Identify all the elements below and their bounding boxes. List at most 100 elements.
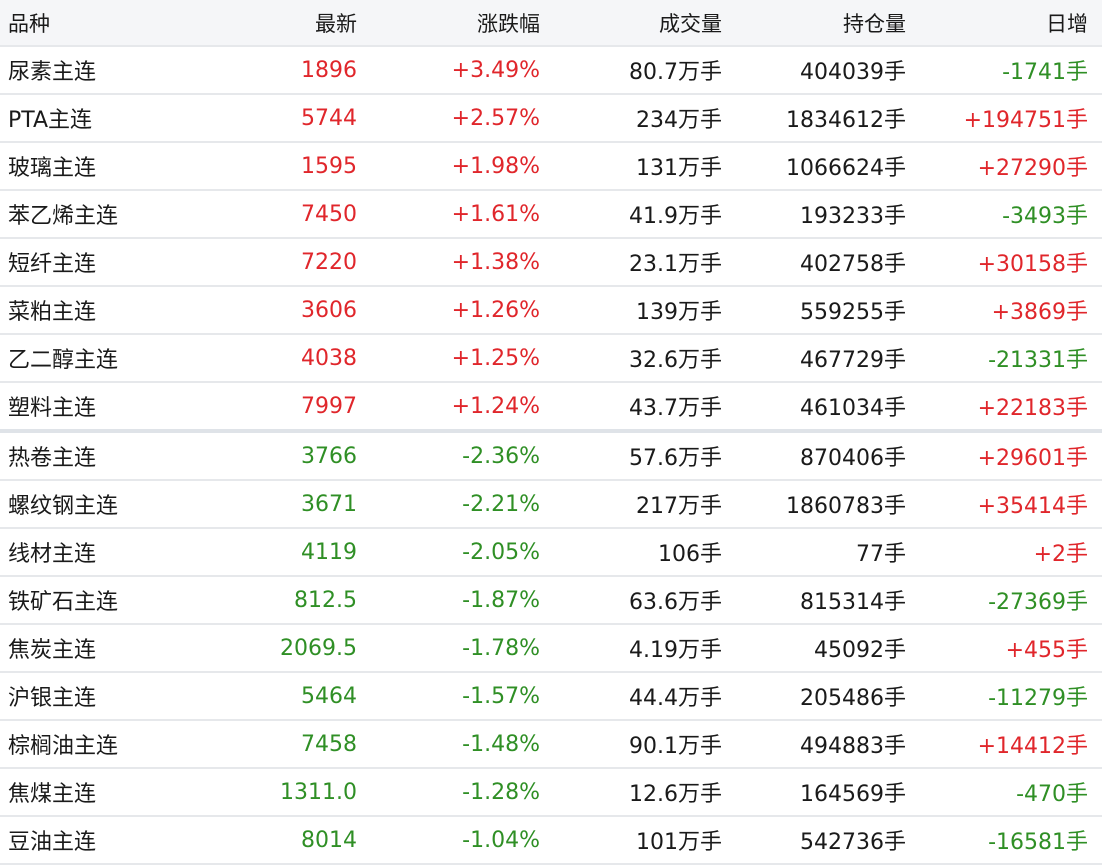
table-row[interactable]: 热卷主连 3766 -2.36% 57.6万手 870406手 +29601手 (0, 433, 1102, 481)
row-volume: 101万手 (636, 830, 722, 855)
row-daily-change: +455手 (1005, 638, 1088, 663)
table-row[interactable]: 豆油主连 8014 -1.04% 101万手 542736手 -16581手 (0, 817, 1102, 865)
row-name: 沪银主连 (8, 686, 97, 711)
row-latest-price: 7450 (301, 201, 357, 227)
row-daily-change: -1741手 (1002, 60, 1088, 85)
row-change-percent: -1.04% (462, 827, 540, 853)
row-volume: 139万手 (636, 300, 722, 325)
row-volume: 131万手 (636, 156, 722, 181)
row-latest-price: 5464 (301, 683, 357, 709)
row-daily-change: +194751手 (963, 108, 1088, 133)
row-change-percent: -1.57% (462, 683, 540, 709)
row-open-interest: 45092手 (814, 638, 906, 663)
table-row[interactable]: 短纤主连 7220 +1.38% 23.1万手 402758手 +30158手 (0, 239, 1102, 287)
row-name: 焦煤主连 (8, 782, 97, 807)
row-name: 尿素主连 (8, 60, 97, 85)
row-open-interest: 205486手 (800, 686, 906, 711)
table-row[interactable]: 线材主连 4119 -2.05% 106手 77手 +2手 (0, 529, 1102, 577)
table-header: 品种 最新 涨跌幅 成交量 持仓量 日增 (0, 0, 1102, 47)
row-volume: 32.6万手 (629, 348, 722, 373)
table-row[interactable]: 塑料主连 7997 +1.24% 43.7万手 461034手 +22183手 (0, 383, 1102, 433)
row-name: 铁矿石主连 (8, 590, 119, 615)
table-row[interactable]: 铁矿石主连 812.5 -1.87% 63.6万手 815314手 -27369手 (0, 577, 1102, 625)
row-daily-change: -16581手 (988, 830, 1088, 855)
table-row[interactable]: 焦炭主连 2069.5 -1.78% 4.19万手 45092手 +455手 (0, 625, 1102, 673)
row-open-interest: 461034手 (800, 396, 906, 421)
table-row[interactable]: 乙二醇主连 4038 +1.25% 32.6万手 467729手 -21331手 (0, 335, 1102, 383)
row-open-interest: 494883手 (800, 734, 906, 759)
row-volume: 44.4万手 (629, 686, 722, 711)
row-daily-change: +2手 (1033, 542, 1088, 567)
row-latest-price: 7220 (301, 249, 357, 275)
table-row[interactable]: 焦煤主连 1311.0 -1.28% 12.6万手 164569手 -470手 (0, 769, 1102, 817)
row-latest-price: 3766 (301, 443, 357, 469)
row-volume: 57.6万手 (629, 446, 722, 471)
table-body: 尿素主连 1896 +3.49% 80.7万手 404039手 -1741手 PTA主连 57… (0, 47, 1102, 865)
row-volume: 217万手 (636, 494, 722, 519)
row-daily-change: +29601手 (977, 446, 1088, 471)
row-daily-change: -11279手 (988, 686, 1088, 711)
row-daily-change: -21331手 (988, 348, 1088, 373)
row-latest-price: 812.5 (294, 587, 357, 613)
row-open-interest: 559255手 (800, 300, 906, 325)
row-name: 苯乙烯主连 (8, 204, 119, 229)
table-row[interactable]: 沪银主连 5464 -1.57% 44.4万手 205486手 -11279手 (0, 673, 1102, 721)
futures-table: 品种 最新 涨跌幅 成交量 持仓量 日增 尿素主连 1896 +3.49% 80.7万… (0, 0, 1102, 865)
row-name: 棕榈油主连 (8, 734, 119, 759)
row-name: 热卷主连 (8, 446, 97, 471)
row-daily-change: -27369手 (988, 590, 1088, 615)
header-latest[interactable]: 最新 (230, 8, 357, 38)
table-row[interactable]: 菜粕主连 3606 +1.26% 139万手 559255手 +3869手 (0, 287, 1102, 335)
row-name: 焦炭主连 (8, 638, 97, 663)
row-volume: 4.19万手 (629, 638, 722, 663)
row-volume: 234万手 (636, 108, 722, 133)
header-change[interactable]: 涨跌幅 (357, 8, 540, 38)
row-daily-change: -3493手 (1002, 204, 1088, 229)
row-latest-price: 7458 (301, 731, 357, 757)
row-latest-price: 7997 (301, 393, 357, 419)
row-volume: 23.1万手 (629, 252, 722, 277)
row-daily-change: +27290手 (977, 156, 1088, 181)
row-change-percent: -2.36% (462, 443, 540, 469)
row-latest-price: 5744 (301, 105, 357, 131)
row-open-interest: 404039手 (800, 60, 906, 85)
row-change-percent: -1.78% (462, 635, 540, 661)
table-row[interactable]: 尿素主连 1896 +3.49% 80.7万手 404039手 -1741手 (0, 47, 1102, 95)
header-name[interactable]: 品种 (0, 8, 230, 38)
row-daily-change: +14412手 (977, 734, 1088, 759)
row-daily-change: -470手 (1016, 782, 1088, 807)
header-daily-change[interactable]: 日增 (906, 8, 1088, 38)
row-daily-change: +3869手 (991, 300, 1088, 325)
row-open-interest: 870406手 (800, 446, 906, 471)
row-latest-price: 1896 (301, 57, 357, 83)
row-volume: 106手 (658, 542, 722, 567)
row-volume: 12.6万手 (629, 782, 722, 807)
row-name: 塑料主连 (8, 396, 97, 421)
row-latest-price: 3671 (301, 491, 357, 517)
row-daily-change: +30158手 (977, 252, 1088, 277)
row-change-percent: -2.21% (462, 491, 540, 517)
row-open-interest: 77手 (856, 542, 906, 567)
table-row[interactable]: 棕榈油主连 7458 -1.48% 90.1万手 494883手 +14412手 (0, 721, 1102, 769)
table-row[interactable]: PTA主连 5744 +2.57% 234万手 1834612手 +194751手 (0, 95, 1102, 143)
row-open-interest: 467729手 (800, 348, 906, 373)
row-change-percent: +1.24% (451, 393, 540, 419)
row-latest-price: 4119 (301, 539, 357, 565)
row-name: 豆油主连 (8, 830, 97, 855)
row-change-percent: +1.38% (451, 249, 540, 275)
row-change-percent: +1.26% (451, 297, 540, 323)
row-change-percent: +1.25% (451, 345, 540, 371)
row-name: PTA主连 (8, 108, 93, 133)
row-latest-price: 3606 (301, 297, 357, 323)
row-open-interest: 1860783手 (786, 494, 906, 519)
row-change-percent: -1.48% (462, 731, 540, 757)
table-row[interactable]: 螺纹钢主连 3671 -2.21% 217万手 1860783手 +35414手 (0, 481, 1102, 529)
row-name: 玻璃主连 (8, 156, 97, 181)
row-change-percent: +3.49% (451, 57, 540, 83)
table-row[interactable]: 苯乙烯主连 7450 +1.61% 41.9万手 193233手 -3493手 (0, 191, 1102, 239)
row-daily-change: +22183手 (977, 396, 1088, 421)
row-latest-price: 1595 (301, 153, 357, 179)
table-row[interactable]: 玻璃主连 1595 +1.98% 131万手 1066624手 +27290手 (0, 143, 1102, 191)
header-volume[interactable]: 成交量 (540, 8, 722, 38)
header-open-interest[interactable]: 持仓量 (722, 8, 906, 38)
